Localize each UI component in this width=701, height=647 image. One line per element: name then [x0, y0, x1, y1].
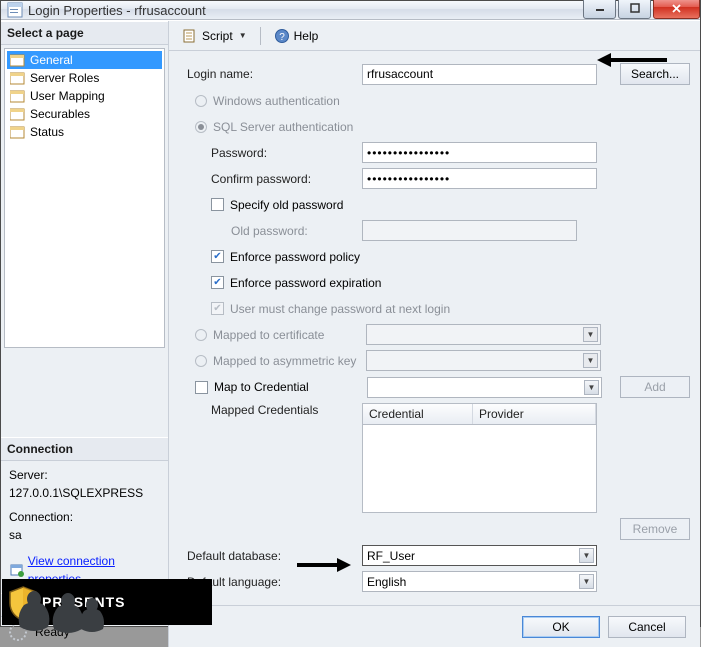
connection-label: Connection: [9, 508, 160, 526]
script-label: Script [202, 29, 233, 43]
enforce-expiration-checkbox[interactable]: ✔ [211, 276, 224, 289]
map-to-credential-checkbox[interactable] [195, 381, 208, 394]
nav-label: User Mapping [30, 89, 105, 103]
enforce-policy-checkbox[interactable]: ✔ [211, 250, 224, 263]
chevron-down-icon: ▼ [584, 380, 599, 395]
right-pane: Script ▼ ? Help Login name: Search... [168, 21, 700, 647]
help-icon: ? [274, 28, 290, 44]
col-credential: Credential [363, 404, 473, 424]
windows-auth-label: Windows authentication [213, 94, 340, 108]
mapped-to-asymmetric-key-label: Mapped to asymmetric key [213, 354, 366, 368]
select-page-header: Select a page [1, 21, 168, 45]
properties-icon [9, 562, 24, 578]
password-label: Password: [187, 146, 362, 160]
title-bar[interactable]: Login Properties - rfrusaccount [1, 1, 700, 20]
add-credential-button: Add [620, 376, 690, 398]
default-database-value: RF_User [367, 549, 415, 563]
specify-old-password-label: Specify old password [230, 198, 343, 212]
sql-auth-label: SQL Server authentication [213, 120, 353, 134]
default-language-combo[interactable]: English ▼ [362, 571, 597, 592]
page-securables[interactable]: Securables [7, 105, 162, 123]
script-icon [182, 28, 198, 44]
script-button[interactable]: Script ▼ [177, 25, 252, 47]
confirm-password-input[interactable] [362, 168, 597, 189]
page-general[interactable]: General [7, 51, 162, 69]
password-input[interactable] [362, 142, 597, 163]
default-language-label: Default language: [187, 575, 362, 589]
page-icon [10, 108, 26, 121]
col-provider: Provider [473, 404, 596, 424]
mapped-credentials-label: Mapped Credentials [187, 403, 362, 417]
minimize-button[interactable] [583, 0, 616, 19]
maximize-button[interactable] [618, 0, 651, 19]
connection-value: sa [9, 526, 160, 544]
must-change-password-checkbox: ✔ [211, 302, 224, 315]
page-user-mapping[interactable]: User Mapping [7, 87, 162, 105]
mapped-credentials-grid[interactable] [362, 425, 597, 513]
login-name-label: Login name: [187, 67, 362, 81]
nav-label: Status [30, 125, 64, 139]
mapped-credentials-header: Credential Provider [362, 403, 597, 425]
asymmetric-key-combo: ▼ [366, 350, 601, 371]
login-name-input[interactable] [362, 64, 597, 85]
search-button[interactable]: Search... [620, 63, 690, 85]
default-language-value: English [367, 575, 406, 589]
connection-info: Server: 127.0.0.1\SQLEXPRESS Connection:… [1, 461, 168, 593]
general-form: Login name: Search... Windows authentica… [169, 51, 700, 605]
dialog-footer: OK Cancel [169, 605, 700, 647]
watermark-figure [6, 585, 106, 641]
page-icon [10, 90, 26, 103]
mapped-to-asymmetric-key-radio [195, 355, 207, 367]
page-nav-list[interactable]: General Server Roles User Mapping Secura… [4, 48, 165, 348]
confirm-password-label: Confirm password: [187, 172, 362, 186]
dropdown-arrow-icon: ▼ [239, 31, 247, 40]
certificate-combo: ▼ [366, 324, 601, 345]
login-properties-window: Login Properties - rfrusaccount Select a… [0, 0, 701, 627]
server-value: 127.0.0.1\SQLEXPRESS [9, 484, 160, 502]
server-label: Server: [9, 466, 160, 484]
enforce-expiration-label: Enforce password expiration [230, 276, 381, 290]
toolbar-separator [260, 27, 261, 45]
credential-combo[interactable]: ▼ [367, 377, 602, 398]
sql-auth-radio [195, 121, 207, 133]
mapped-to-certificate-radio [195, 329, 207, 341]
nav-label: General [30, 53, 73, 67]
svg-text:?: ? [279, 32, 285, 43]
page-status[interactable]: Status [7, 123, 162, 141]
mapped-to-certificate-label: Mapped to certificate [213, 328, 366, 342]
must-change-password-label: User must change password at next login [230, 302, 450, 316]
default-database-label: Default database: [187, 549, 362, 563]
default-database-combo[interactable]: RF_User ▼ [362, 545, 597, 566]
page-icon [10, 72, 26, 85]
old-password-label: Old password: [187, 224, 362, 238]
help-label: Help [294, 29, 319, 43]
help-button[interactable]: ? Help [269, 25, 324, 47]
map-to-credential-label: Map to Credential [214, 380, 367, 394]
nav-label: Server Roles [30, 71, 99, 85]
old-password-input [362, 220, 577, 241]
left-pane: Select a page General Server Roles User … [1, 21, 168, 647]
specify-old-password-checkbox[interactable] [211, 198, 224, 211]
chevron-down-icon: ▼ [583, 353, 598, 368]
remove-credential-button: Remove [620, 518, 690, 540]
close-button[interactable] [653, 0, 700, 19]
app-icon [7, 2, 23, 18]
connection-header: Connection [1, 437, 168, 461]
window-title: Login Properties - rfrusaccount [28, 3, 206, 18]
enforce-policy-label: Enforce password policy [230, 250, 360, 264]
watermark-banner: PRESENTS [2, 579, 212, 625]
chevron-down-icon: ▼ [579, 574, 594, 589]
page-server-roles[interactable]: Server Roles [7, 69, 162, 87]
chevron-down-icon: ▼ [583, 327, 598, 342]
chevron-down-icon: ▼ [579, 548, 594, 563]
toolbar: Script ▼ ? Help [169, 21, 700, 51]
nav-label: Securables [30, 107, 90, 121]
page-icon [10, 54, 26, 67]
windows-auth-radio [195, 95, 207, 107]
page-icon [10, 126, 26, 139]
